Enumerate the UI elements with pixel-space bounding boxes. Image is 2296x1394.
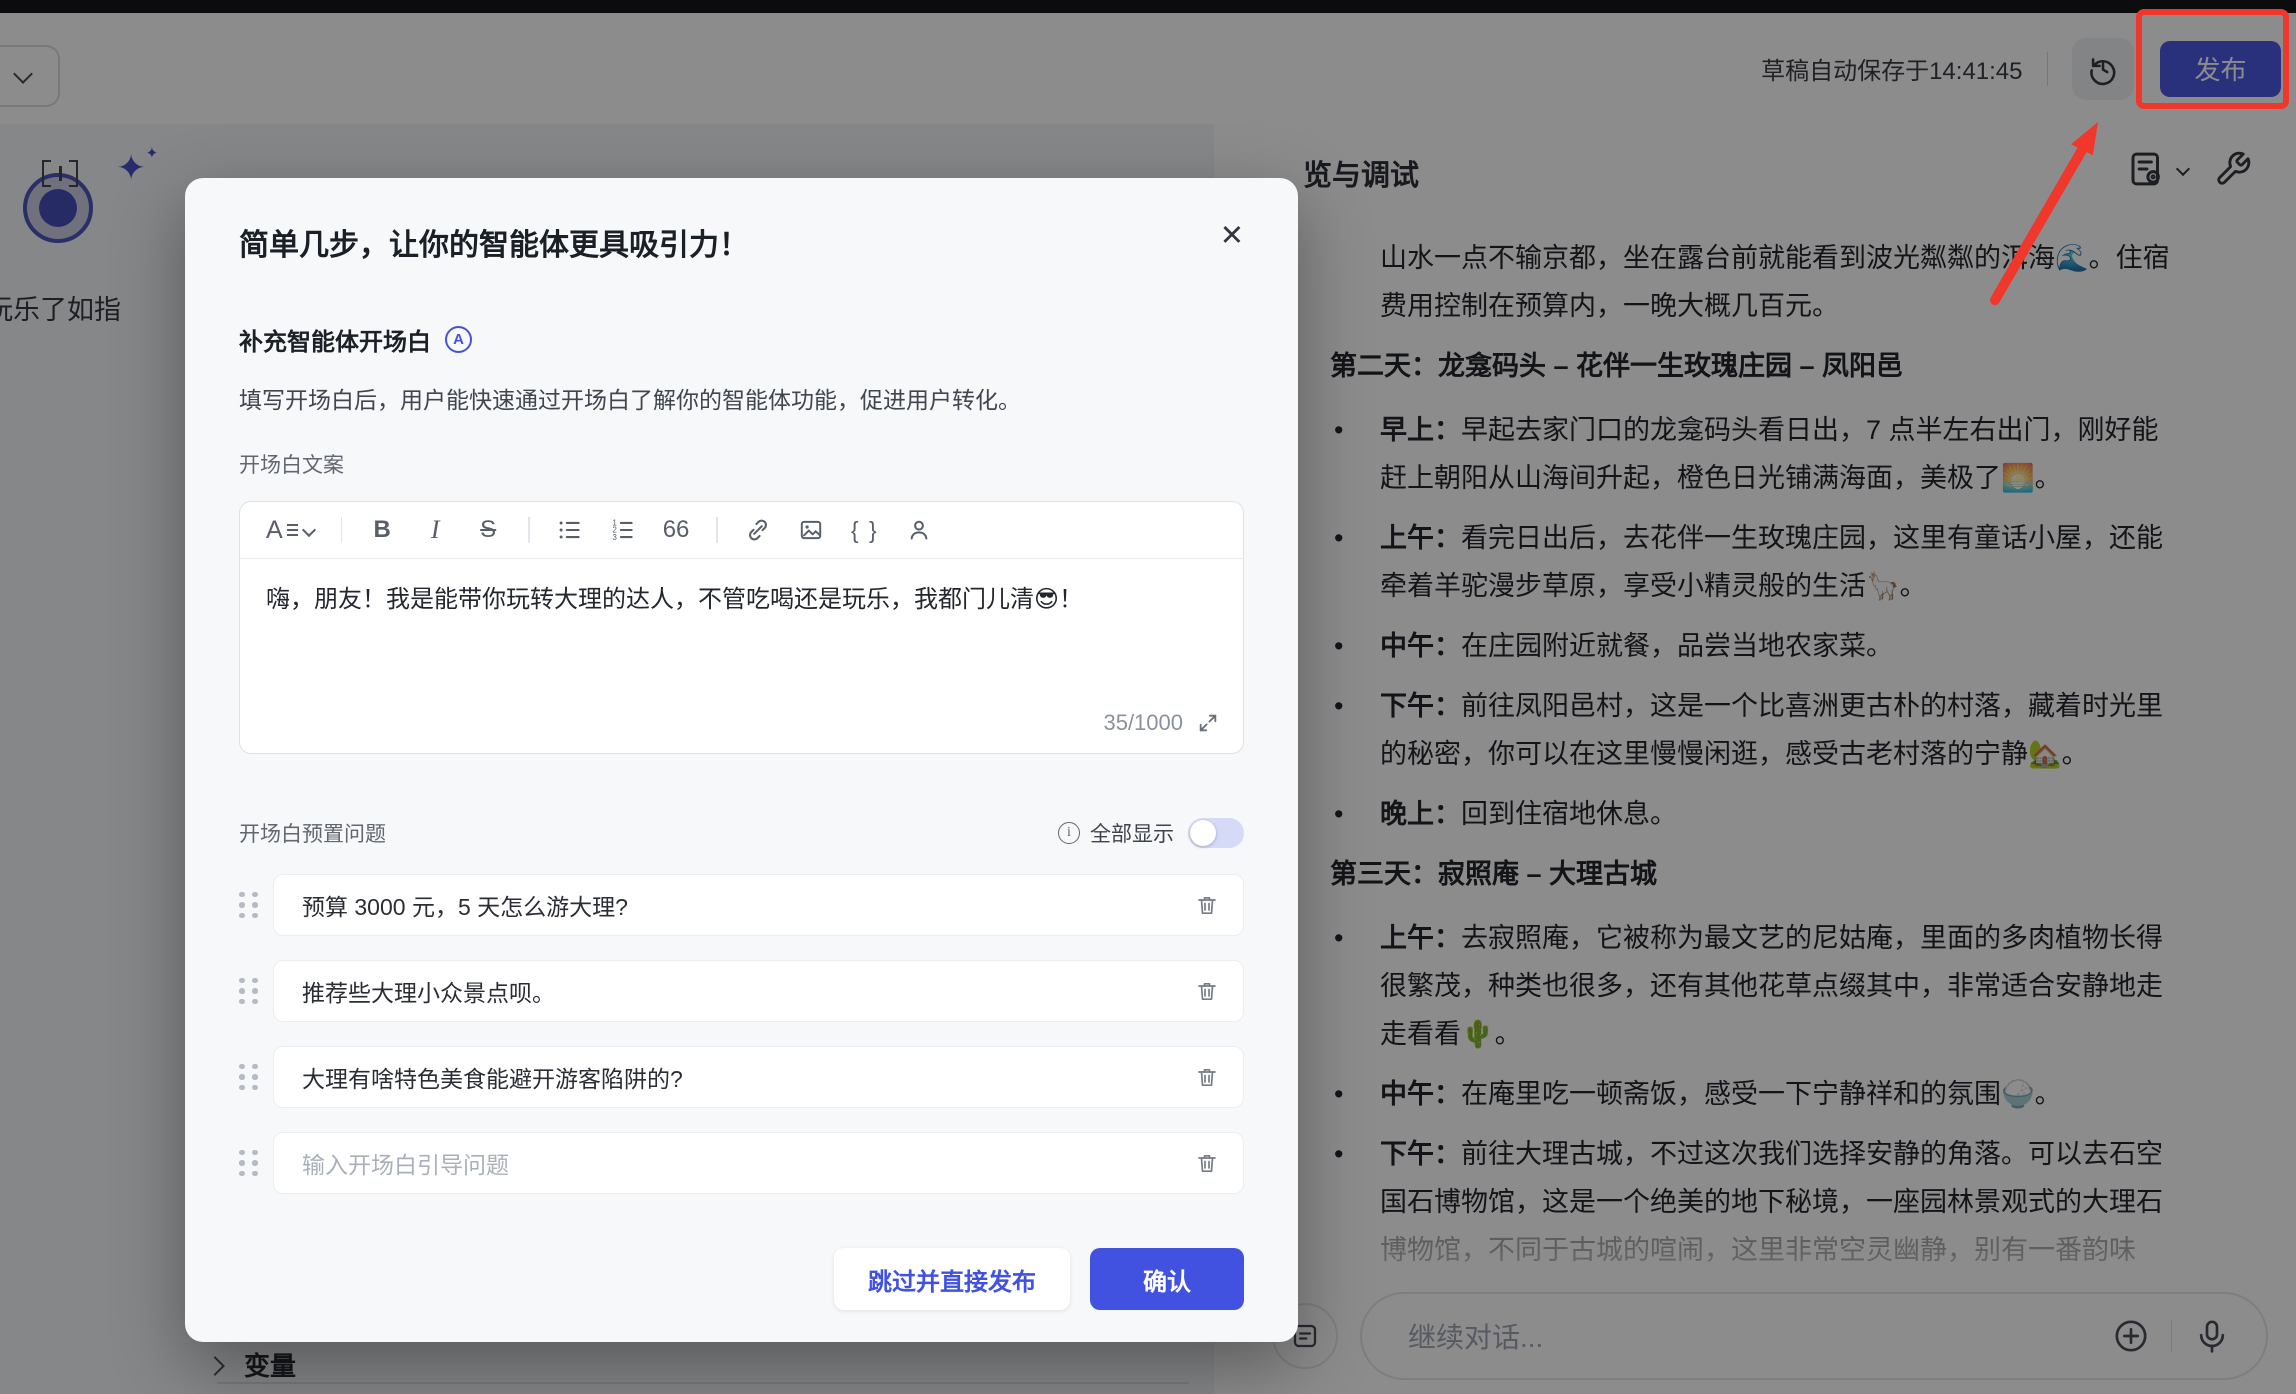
toolbar-divider [716,517,718,543]
confirm-button[interactable]: 确认 [1090,1248,1244,1310]
delete-question-icon[interactable] [1195,1151,1219,1175]
show-all-label: 全部显示 [1090,818,1174,848]
italic-icon[interactable]: I [422,515,448,545]
delete-question-icon[interactable] [1195,1065,1219,1089]
toggle-knob [1190,820,1216,846]
char-count: 35/1000 [1103,710,1183,736]
drag-handle-icon[interactable] [239,1150,258,1177]
image-icon[interactable] [798,517,824,543]
modal-title: 简单几步，让你的智能体更具吸引力！ [239,220,749,264]
text-style-icon[interactable]: A [266,516,314,545]
expand-icon[interactable] [1197,712,1219,734]
close-icon[interactable]: ✕ [1220,222,1244,251]
bullet-list-icon[interactable] [557,517,583,543]
toolbar-divider [341,517,343,543]
preset-question-list: 预算 3000 元，5 天怎么游大理? 推荐些大理小众景点呗。 大理有啥特色美食… [239,874,1244,1194]
drag-handle-icon[interactable] [239,978,258,1005]
mention-user-icon[interactable] [906,517,932,543]
editor-content: 嗨，朋友！我是能带你玩转大理的达人，不管吃喝还是玩乐，我都门儿清😎！ [266,586,1083,613]
preset-question-row: 大理有啥特色美食能避开游客陷阱的? [239,1046,1244,1108]
preset-question-text: 大理有啥特色美食能避开游客陷阱的? [302,1060,683,1094]
delete-question-icon[interactable] [1195,979,1219,1003]
drag-handle-icon[interactable] [239,1064,258,1091]
link-icon[interactable] [745,517,771,543]
editor-textarea[interactable]: 嗨，朋友！我是能带你玩转大理的达人，不管吃喝还是玩乐，我都门儿清😎！ 35/10… [240,559,1243,752]
section-heading: 补充智能体开场白 [239,322,431,357]
editor-label: 开场白文案 [239,449,1244,479]
svg-text:3: 3 [612,533,617,542]
questions-label: 开场白预置问题 [239,818,386,848]
editor-counter: 35/1000 [1103,710,1219,736]
code-braces-icon[interactable]: { } [851,517,879,544]
preset-question-row: 预算 3000 元，5 天怎么游大理? [239,874,1244,936]
drag-handle-icon[interactable] [239,892,258,919]
preset-question-input[interactable]: 预算 3000 元，5 天怎么游大理? [273,874,1244,936]
bold-icon[interactable]: B [369,516,395,544]
preset-question-input[interactable]: 推荐些大理小众景点呗。 [273,960,1244,1022]
preset-question-text: 输入开场白引导问题 [302,1146,509,1180]
preset-question-input[interactable]: 大理有啥特色美食能避开游客陷阱的? [273,1046,1244,1108]
preset-question-row: 输入开场白引导问题 [239,1132,1244,1194]
preset-question-text: 预算 3000 元，5 天怎么游大理? [302,888,628,922]
info-icon: i [1058,822,1080,844]
preset-question-text: 推荐些大理小众景点呗。 [302,974,555,1008]
app-root: 草稿自动保存于14:41:45 发布 ✦ 玩乐了如指 变量 览与调试 [0,0,2296,1394]
circled-a-badge-icon: A [445,326,472,353]
delete-question-icon[interactable] [1195,893,1219,917]
annotation-arrow [1950,95,2130,335]
strikethrough-icon[interactable]: S [475,516,501,544]
quote-icon[interactable]: 66 [663,516,690,544]
onboarding-modal: 简单几步，让你的智能体更具吸引力！ ✕ 补充智能体开场白 A 填写开场白后，用户… [185,178,1298,1342]
preset-question-row: 推荐些大理小众景点呗。 [239,960,1244,1022]
opening-editor: A BIS 123 66 { } 嗨，朋友！我是能带你玩转大理的达人，不管吃喝还是玩乐，… [239,501,1244,754]
annotation-highlight-box [2136,9,2289,109]
editor-toolbar: A BIS 123 66 { } [240,502,1243,559]
ordered-list-icon[interactable]: 123 [610,517,636,543]
preset-question-input[interactable]: 输入开场白引导问题 [273,1132,1244,1194]
section-description: 填写开场白后，用户能快速通过开场白了解你的智能体功能，促进用户转化。 [239,381,1244,415]
toolbar-divider [528,517,530,543]
show-all-toggle[interactable] [1188,818,1244,848]
skip-and-publish-button[interactable]: 跳过并直接发布 [834,1248,1070,1310]
